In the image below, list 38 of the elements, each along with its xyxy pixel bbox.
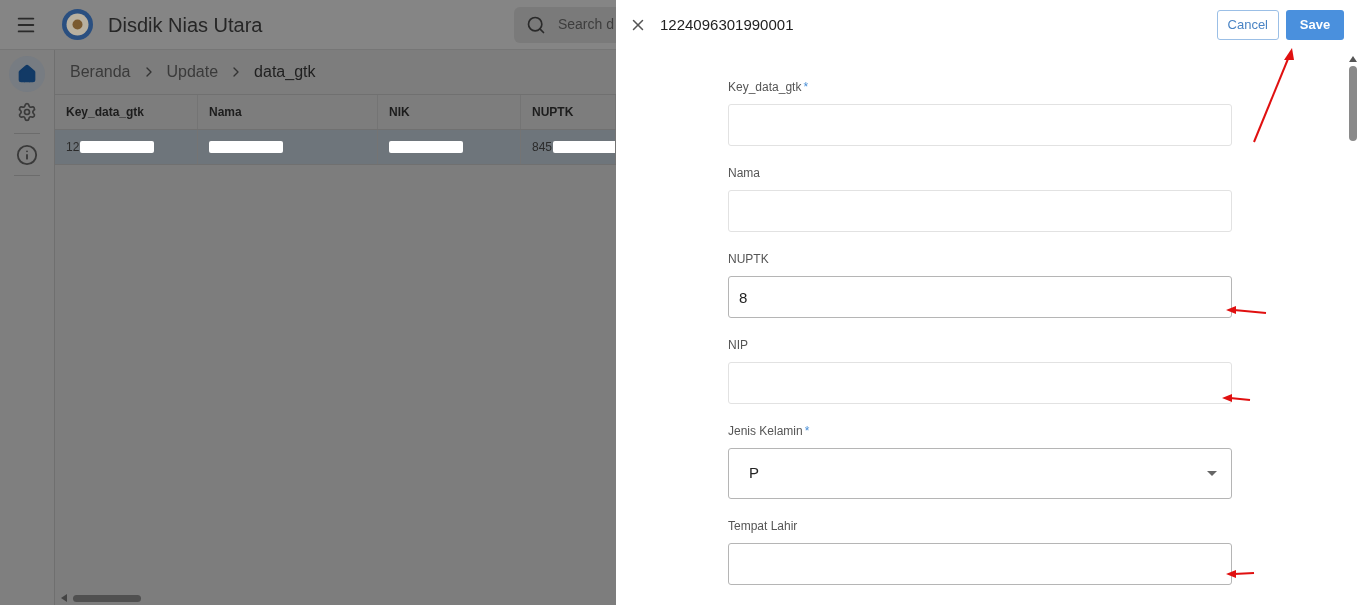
emblem-logo-icon bbox=[61, 8, 94, 41]
app-title: Disdik Nias Utara bbox=[108, 12, 263, 38]
settings-icon[interactable] bbox=[17, 102, 37, 122]
column-header[interactable]: NIK bbox=[378, 95, 521, 129]
home-nav-button[interactable] bbox=[9, 56, 45, 92]
text-field[interactable]: 8 bbox=[728, 276, 1232, 318]
column-header[interactable]: Nama bbox=[198, 95, 378, 129]
required-mark: * bbox=[804, 423, 810, 440]
breadcrumb-link[interactable]: Beranda bbox=[70, 60, 131, 84]
cancel-button[interactable]: Cancel bbox=[1216, 10, 1279, 40]
table-cell-text: 12 bbox=[66, 139, 80, 156]
dropdown-caret-icon bbox=[1207, 471, 1217, 476]
info-icon[interactable] bbox=[16, 144, 38, 166]
drawer-title: 1224096301990001 bbox=[660, 14, 794, 35]
vertical-scrollbar-thumb[interactable] bbox=[1349, 66, 1357, 141]
annotation-arrow bbox=[1226, 305, 1268, 317]
required-mark: * bbox=[803, 79, 809, 96]
field-label: NIP bbox=[728, 337, 748, 354]
field-label: Tempat Lahir bbox=[728, 518, 798, 535]
home-icon bbox=[17, 64, 37, 84]
table-cell-text: 845 bbox=[532, 139, 553, 156]
annotation-arrow bbox=[1222, 393, 1252, 405]
search-icon bbox=[525, 14, 546, 35]
scroll-up-icon[interactable] bbox=[1349, 56, 1357, 62]
save-button[interactable]: Save bbox=[1286, 10, 1344, 40]
text-field[interactable] bbox=[728, 543, 1232, 585]
field-label: NUPTK bbox=[728, 251, 769, 268]
annotation-arrow bbox=[1226, 568, 1256, 580]
search-field[interactable]: Search d bbox=[513, 6, 616, 43]
field-label: Nama bbox=[728, 165, 760, 182]
field-label: Key_data_gtk bbox=[728, 79, 802, 96]
column-header[interactable]: Key_data_gtk bbox=[55, 95, 198, 129]
scroll-left-icon[interactable] bbox=[61, 594, 67, 602]
horizontal-scrollbar-thumb[interactable] bbox=[73, 594, 141, 602]
table-row[interactable]: 12 845 bbox=[55, 130, 616, 165]
field-label: Jenis Kelamin bbox=[728, 423, 803, 440]
select-field[interactable]: P bbox=[728, 448, 1232, 499]
breadcrumb-link[interactable]: Update bbox=[166, 60, 219, 84]
